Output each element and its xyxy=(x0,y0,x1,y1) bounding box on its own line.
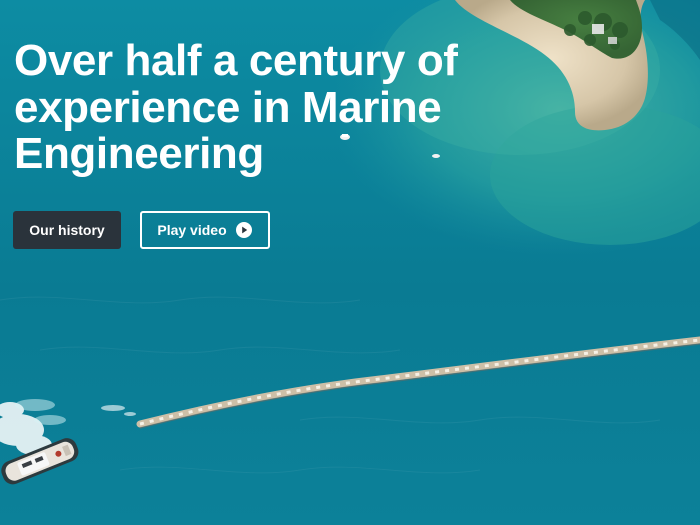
our-history-button-label: Our history xyxy=(29,222,105,238)
play-video-button-label: Play video xyxy=(157,222,227,238)
hero-section: Over half a century of experience in Mar… xyxy=(0,0,700,525)
play-circle-icon xyxy=(235,221,253,239)
hero-cta-group: Our history Play video xyxy=(13,211,270,249)
hero-headline: Over half a century of experience in Mar… xyxy=(14,36,458,179)
our-history-button[interactable]: Our history xyxy=(13,211,121,249)
play-video-button[interactable]: Play video xyxy=(140,211,270,249)
